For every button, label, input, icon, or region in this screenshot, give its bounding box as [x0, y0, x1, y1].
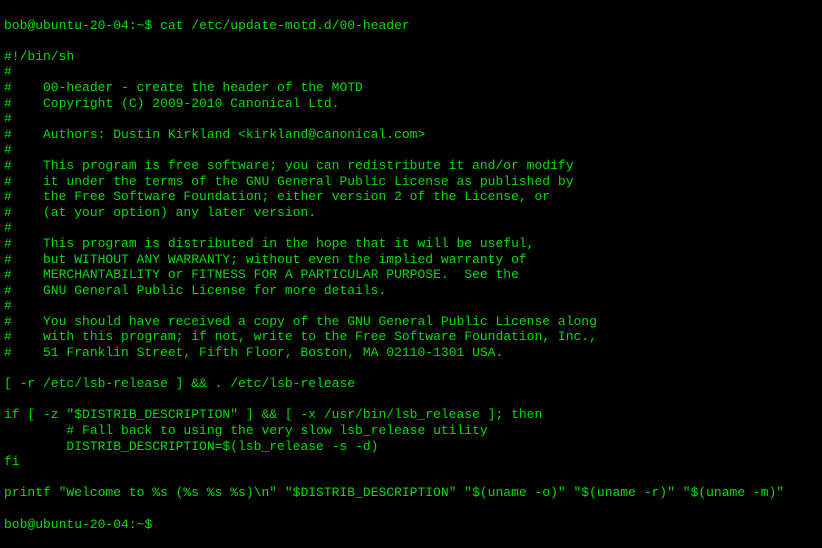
output-line: # GNU General Public License for more de…: [4, 283, 818, 299]
prompt-separator: :: [129, 517, 137, 532]
prompt-user-host: bob@ubuntu-20-04: [4, 517, 129, 532]
output-line: #: [4, 298, 818, 314]
output-line: DISTRIB_DESCRIPTION=$(lsb_release -s -d): [4, 439, 818, 455]
output-line: # with this program; if not, write to th…: [4, 329, 818, 345]
output-line: # it under the terms of the GNU General …: [4, 174, 818, 190]
output-line: # 00-header - create the header of the M…: [4, 80, 818, 96]
output-line: fi: [4, 454, 818, 470]
output-line: # This program is free software; you can…: [4, 158, 818, 174]
output-line: # MERCHANTABILITY or FITNESS FOR A PARTI…: [4, 267, 818, 283]
output-line: printf "Welcome to %s (%s %s %s)\n" "$DI…: [4, 485, 818, 501]
output-line: # Fall back to using the very slow lsb_r…: [4, 423, 818, 439]
prompt-separator: :: [129, 18, 137, 33]
output-line: # Authors: Dustin Kirkland <kirkland@can…: [4, 127, 818, 143]
prompt-user-host: bob@ubuntu-20-04: [4, 18, 129, 33]
output-line: if [ -z "$DISTRIB_DESCRIPTION" ] && [ -x…: [4, 407, 818, 423]
output-line: [4, 470, 818, 486]
prompt-line-2[interactable]: bob@ubuntu-20-04:~$: [4, 517, 818, 533]
output-line: #!/bin/sh: [4, 49, 818, 65]
output-line: [4, 361, 818, 377]
output-line: # This program is distributed in the hop…: [4, 236, 818, 252]
command-output: #!/bin/sh## 00-header - create the heade…: [4, 49, 818, 501]
output-line: [ -r /etc/lsb-release ] && . /etc/lsb-re…: [4, 376, 818, 392]
output-line: #: [4, 64, 818, 80]
output-line: # Copyright (C) 2009-2010 Canonical Ltd.: [4, 96, 818, 112]
command-text: cat /etc/update-motd.d/00-header: [152, 18, 409, 33]
output-line: #: [4, 111, 818, 127]
output-line: #: [4, 142, 818, 158]
prompt-dollar: $: [144, 517, 152, 532]
prompt-line-1: bob@ubuntu-20-04:~$ cat /etc/update-motd…: [4, 18, 818, 34]
output-line: # 51 Franklin Street, Fifth Floor, Bosto…: [4, 345, 818, 361]
output-line: # but WITHOUT ANY WARRANTY; without even…: [4, 252, 818, 268]
terminal[interactable]: bob@ubuntu-20-04:~$ cat /etc/update-motd…: [4, 2, 818, 548]
command-input-area[interactable]: [152, 517, 160, 532]
prompt-path: ~: [137, 517, 145, 532]
output-line: # You should have received a copy of the…: [4, 314, 818, 330]
output-line: # the Free Software Foundation; either v…: [4, 189, 818, 205]
output-line: [4, 392, 818, 408]
output-line: # (at your option) any later version.: [4, 205, 818, 221]
output-line: #: [4, 220, 818, 236]
